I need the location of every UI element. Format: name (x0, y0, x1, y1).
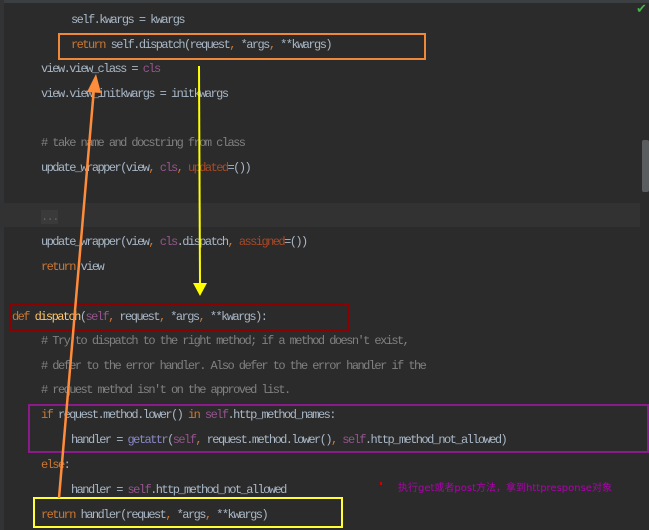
yellow-arrow-line (198, 65, 201, 286)
check-icon: ✔ (636, 2, 647, 17)
annotation-marker (380, 482, 382, 485)
vertical-scrollbar-thumb[interactable] (642, 140, 649, 192)
annotation-arrows (57, 65, 207, 499)
orange-arrow-line (57, 87, 96, 499)
orange-arrow-head (87, 74, 101, 93)
annotation-note: 执行get或者post方法，拿到httpresponse对象 (398, 483, 612, 494)
yellow-arrow-head (193, 283, 207, 296)
